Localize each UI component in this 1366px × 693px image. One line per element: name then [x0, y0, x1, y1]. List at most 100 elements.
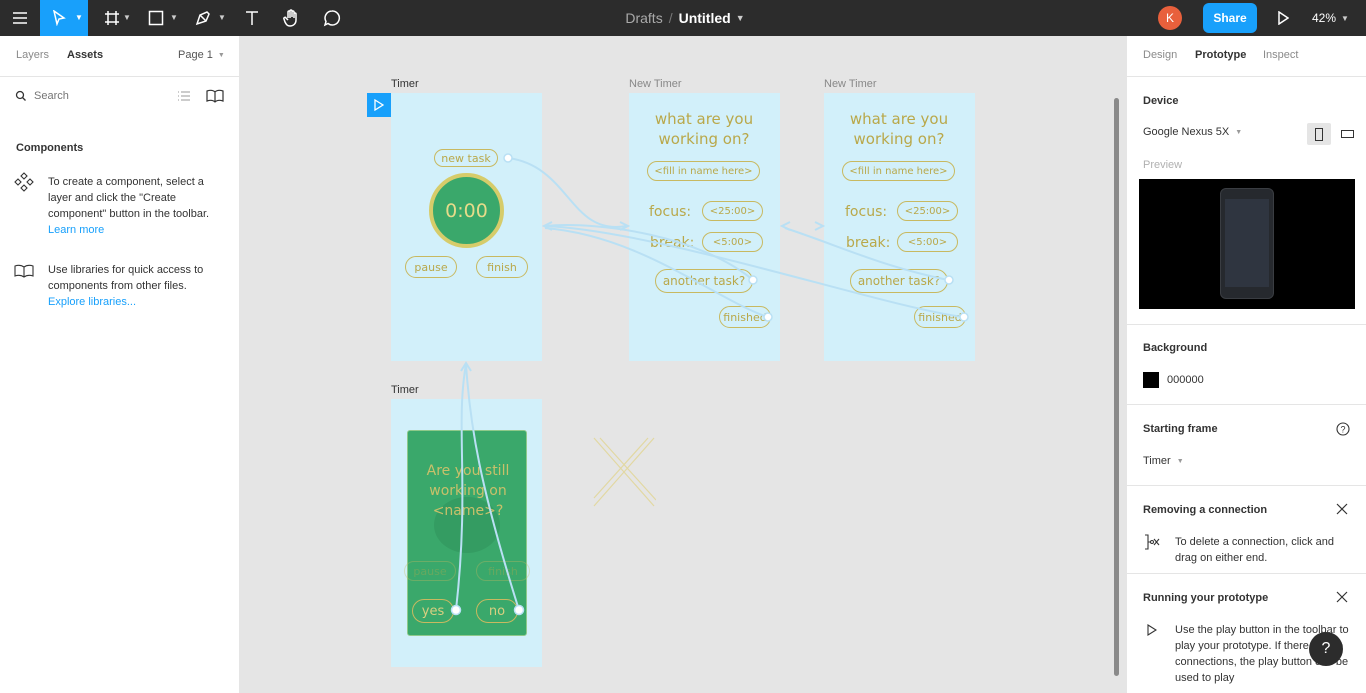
- finished-button[interactable]: finished: [719, 306, 771, 328]
- background-hex[interactable]: 000000: [1167, 374, 1204, 386]
- chevron-down-icon: ▼: [217, 51, 225, 59]
- pause-button[interactable]: pause: [405, 256, 457, 278]
- chevron-down-icon: ▼: [1235, 128, 1243, 136]
- phone-landscape-icon: [1340, 130, 1354, 138]
- question-text: what are you working on?: [849, 110, 949, 148]
- component-icon: [14, 172, 34, 192]
- close-icon[interactable]: [1336, 503, 1348, 515]
- search-input[interactable]: [34, 87, 154, 105]
- new-timer-frame[interactable]: what are you working on? <fill in name h…: [629, 93, 780, 361]
- connection-delete-icon: [1145, 534, 1160, 550]
- focus-value[interactable]: <25:00>: [702, 201, 763, 221]
- divider: [0, 76, 240, 77]
- comment-tool-button[interactable]: [320, 0, 344, 36]
- new-timer-frame[interactable]: what are you working on? <fill in name h…: [824, 93, 975, 361]
- finish-button[interactable]: finish: [476, 256, 528, 278]
- chevron-down-icon: ▼: [1176, 457, 1184, 465]
- move-tool-button[interactable]: ▼: [40, 0, 88, 36]
- right-panel: Design Prototype Inspect Device Google N…: [1126, 36, 1366, 693]
- frame-label[interactable]: New Timer: [824, 78, 877, 90]
- phone-mockup: [1220, 188, 1274, 299]
- frame-tool-button[interactable]: ▼: [96, 0, 136, 36]
- starting-frame-select[interactable]: Timer ▼: [1143, 455, 1184, 467]
- shape-tool-button[interactable]: ▼: [140, 0, 180, 36]
- yes-button[interactable]: yes: [412, 599, 454, 623]
- portrait-toggle[interactable]: [1307, 123, 1331, 145]
- chevron-down-icon: ▼: [1341, 13, 1349, 23]
- breadcrumb-separator: /: [668, 10, 673, 26]
- main-menu-icon[interactable]: [0, 0, 40, 36]
- break-value[interactable]: <5:00>: [897, 232, 958, 252]
- frame-label[interactable]: Timer: [391, 78, 419, 90]
- divider: [1127, 404, 1366, 405]
- starting-frame-title: Starting frame: [1143, 423, 1218, 435]
- tab-inspect[interactable]: Inspect: [1263, 49, 1298, 61]
- break-value[interactable]: <5:00>: [702, 232, 763, 252]
- timer-clock: 0:00: [429, 173, 504, 248]
- dialog-question: Are you still working on <name>?: [426, 463, 510, 519]
- starting-frame-flag[interactable]: [367, 93, 391, 117]
- timer-dialog-frame[interactable]: pause finish Are you still working on <n…: [391, 399, 542, 667]
- frame-label[interactable]: New Timer: [629, 78, 682, 90]
- hand-tool-button[interactable]: [280, 0, 304, 36]
- focus-label: focus:: [845, 204, 888, 220]
- zoom-menu[interactable]: 42% ▼: [1312, 0, 1349, 36]
- new-task-button[interactable]: new task: [434, 149, 498, 167]
- no-button[interactable]: no: [476, 599, 518, 623]
- help-circle-icon[interactable]: ?: [1336, 422, 1350, 436]
- chevron-down-icon[interactable]: ▼: [736, 13, 745, 23]
- chevron-down-icon: ▼: [123, 13, 131, 22]
- help-button[interactable]: ?: [1309, 632, 1343, 666]
- another-task-button[interactable]: another task?: [655, 269, 753, 293]
- search-icon: [15, 90, 26, 101]
- present-button[interactable]: [1272, 0, 1294, 36]
- divider: [1127, 76, 1366, 77]
- background-swatch[interactable]: [1143, 372, 1159, 388]
- finished-button[interactable]: finished: [914, 306, 966, 328]
- library-icon[interactable]: [206, 89, 224, 103]
- tab-prototype[interactable]: Prototype: [1195, 49, 1246, 61]
- tab-layers[interactable]: Layers: [16, 49, 49, 61]
- learn-more-link[interactable]: Learn more: [48, 224, 104, 236]
- file-name[interactable]: Untitled: [679, 10, 731, 26]
- tab-design[interactable]: Design: [1143, 49, 1177, 61]
- phone-screen: [1225, 199, 1269, 287]
- dialog-card: pause finish Are you still working on <n…: [404, 430, 530, 636]
- play-icon: [1278, 11, 1289, 25]
- chevron-down-icon: ▼: [218, 13, 226, 22]
- ghost-finish-button: finish: [476, 561, 530, 581]
- page-selector[interactable]: Page 1 ▼: [178, 49, 225, 61]
- pen-tool-button[interactable]: ▼: [188, 0, 228, 36]
- placeholder-cross: [593, 437, 656, 507]
- timer-frame[interactable]: new task 0:00 pause finish: [391, 93, 542, 361]
- another-task-button[interactable]: another task?: [850, 269, 948, 293]
- running-prototype-title: Running your prototype: [1143, 592, 1269, 604]
- device-select[interactable]: Google Nexus 5X ▼: [1143, 126, 1242, 138]
- list-view-icon[interactable]: [177, 90, 191, 102]
- explore-libraries-link[interactable]: Explore libraries...: [48, 296, 136, 308]
- canvas-scrollbar[interactable]: [1114, 98, 1119, 676]
- play-icon: [1147, 624, 1157, 636]
- svg-text:?: ?: [1340, 425, 1345, 435]
- canvas[interactable]: Timer New Timer New Timer Timer new task…: [240, 36, 1126, 693]
- focus-value[interactable]: <25:00>: [897, 201, 958, 221]
- cursor-icon: [52, 10, 66, 26]
- landscape-toggle[interactable]: [1335, 123, 1359, 145]
- chevron-down-icon: ▼: [75, 13, 83, 22]
- frame-label[interactable]: Timer: [391, 384, 419, 396]
- text-tool-button[interactable]: [240, 0, 264, 36]
- breadcrumb-drafts[interactable]: Drafts: [625, 10, 662, 26]
- removing-connection-text: To delete a connection, click and drag o…: [1175, 536, 1334, 564]
- name-field[interactable]: <fill in name here>: [647, 161, 760, 181]
- create-component-text: To create a component, select a layer an…: [48, 176, 210, 220]
- background-title: Background: [1143, 342, 1208, 354]
- pen-icon: [195, 11, 210, 26]
- tab-assets[interactable]: Assets: [67, 49, 103, 61]
- close-icon[interactable]: [1336, 591, 1348, 603]
- comment-icon: [323, 10, 341, 27]
- name-field[interactable]: <fill in name here>: [842, 161, 955, 181]
- share-button[interactable]: Share: [1203, 3, 1257, 33]
- components-title: Components: [16, 142, 84, 154]
- avatar[interactable]: K: [1158, 6, 1182, 30]
- libraries-text: Use libraries for quick access to compon…: [48, 264, 204, 292]
